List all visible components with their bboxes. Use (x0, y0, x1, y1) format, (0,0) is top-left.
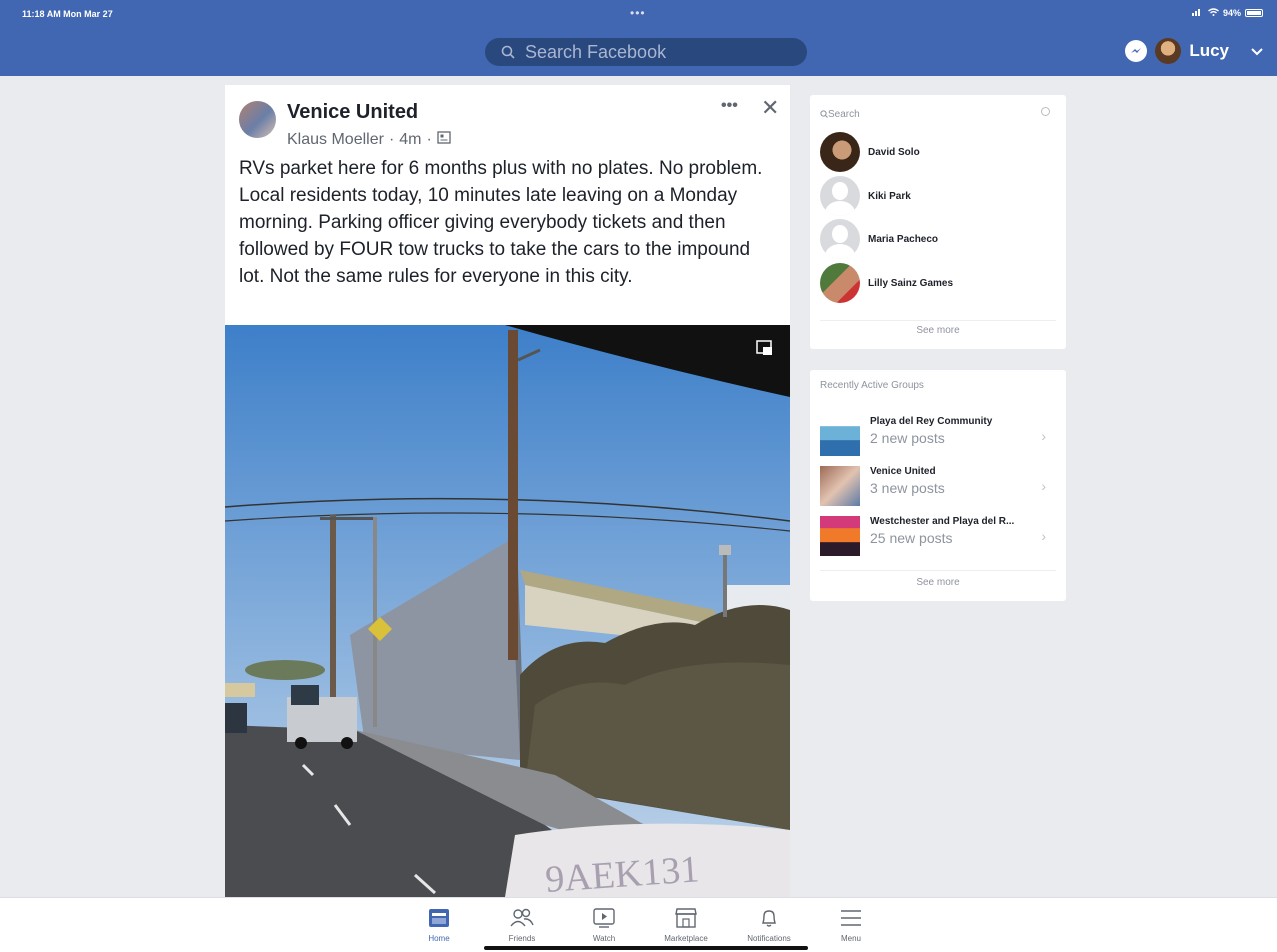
divider (820, 320, 1056, 321)
contacts-see-more-link[interactable]: See more (810, 325, 1066, 336)
search-icon (501, 45, 515, 59)
watch-icon (569, 906, 639, 930)
tab-label: Home (428, 934, 450, 943)
group-thumbnail (820, 466, 860, 506)
avatar[interactable] (1155, 38, 1182, 64)
post-group-name[interactable]: Venice United (287, 101, 418, 124)
group-avatar[interactable] (239, 101, 276, 138)
top-bar: 11:18 AM Mon Mar 27 ••• 94% Search Faceb… (0, 0, 1277, 76)
contacts-search-placeholder: Search (828, 108, 860, 120)
post-text: RVs parket here for 6 months plus with n… (239, 158, 763, 287)
post-photo[interactable]: 9AEK131 (225, 325, 790, 897)
group-thumbnail (820, 516, 860, 556)
group-name: Westchester and Playa del R... (870, 516, 1015, 527)
post-meta: Klaus Moeller · 4m · (287, 131, 451, 149)
search-icon (820, 110, 828, 118)
tab-watch[interactable]: Watch (569, 906, 639, 943)
contacts-card: Search David Solo Kiki Park Maria Pachec… (810, 95, 1066, 349)
bell-icon (734, 906, 804, 930)
tab-notifications[interactable]: Notifications (734, 906, 804, 943)
contact-item[interactable]: Maria Pacheco (820, 219, 938, 259)
groups-title: Recently Active Groups (820, 380, 924, 391)
home-indicator[interactable] (484, 946, 808, 950)
chevron-right-icon: › (1041, 478, 1046, 494)
group-new-posts: 3 new posts (870, 480, 945, 496)
close-icon[interactable]: ✕ (761, 95, 779, 121)
marketplace-icon (651, 906, 721, 930)
contact-name: Lilly Sainz Games (868, 277, 954, 289)
menu-icon (816, 906, 886, 930)
post-options-icon[interactable]: ••• (721, 97, 738, 115)
search-placeholder: Search Facebook (525, 41, 667, 62)
avatar (820, 219, 860, 259)
tab-label: Friends (508, 934, 536, 943)
group-privacy-icon (437, 131, 451, 149)
contact-name: Maria Pacheco (868, 233, 939, 245)
user-menu[interactable]: Lucy (1125, 38, 1263, 64)
messenger-icon[interactable] (1125, 40, 1148, 62)
status-indicators: 94% (1191, 8, 1263, 18)
status-time: 11:18 AM Mon Mar 27 (22, 9, 113, 19)
chevron-right-icon: › (1041, 528, 1046, 544)
group-item[interactable]: Playa del Rey Community 2 new posts › (820, 416, 1056, 456)
tab-friends[interactable]: Friends (487, 906, 557, 943)
chevron-right-icon: › (1041, 428, 1046, 444)
post-author[interactable]: Klaus Moeller (287, 131, 384, 149)
group-new-posts: 2 new posts (870, 430, 945, 446)
battery-icon (1245, 9, 1263, 17)
group-name: Playa del Rey Community (870, 416, 993, 427)
avatar (820, 132, 860, 172)
group-thumbnail (820, 416, 860, 456)
avatar (820, 263, 860, 303)
divider (820, 570, 1056, 571)
groups-see-more-link[interactable]: See more (810, 577, 1066, 588)
home-icon (404, 906, 474, 930)
tab-label: Watch (592, 934, 616, 943)
tab-label: Notifications (747, 934, 791, 943)
signal-icon (1191, 8, 1204, 18)
multitasking-dots-icon[interactable]: ••• (630, 6, 646, 20)
contact-name: Kiki Park (868, 190, 911, 202)
group-new-posts: 25 new posts (870, 530, 953, 546)
post-time[interactable]: 4m (399, 131, 421, 149)
user-name[interactable]: Lucy (1189, 41, 1229, 61)
contact-item[interactable]: David Solo (820, 132, 920, 172)
search-facebook-input[interactable]: Search Facebook (485, 38, 807, 66)
tab-home[interactable]: Home (404, 906, 474, 943)
wifi-icon (1208, 8, 1219, 18)
tab-label: Menu (840, 934, 861, 943)
avatar (820, 176, 860, 216)
friends-icon (487, 906, 557, 930)
tab-marketplace[interactable]: Marketplace (651, 906, 721, 943)
group-item[interactable]: Westchester and Playa del R... 25 new po… (820, 516, 1056, 556)
contact-item[interactable]: Kiki Park (820, 176, 911, 216)
contacts-search-input[interactable]: Search (820, 105, 1056, 123)
chevron-down-icon[interactable] (1251, 41, 1263, 61)
tab-menu[interactable]: Menu (816, 906, 886, 943)
post-card: Venice United Klaus Moeller · 4m · ••• ✕… (225, 85, 790, 897)
contact-name: David Solo (868, 146, 920, 158)
group-name: Venice United (870, 466, 936, 477)
tab-label: Marketplace (664, 934, 708, 943)
group-item[interactable]: Venice United 3 new posts › (820, 466, 1056, 506)
bottom-tab-bar: Home Friends Watch Marketplace Notificat… (0, 897, 1277, 952)
contact-item[interactable]: Lilly Sainz Games (820, 263, 953, 303)
recent-groups-card: Recently Active Groups Playa del Rey Com… (810, 370, 1066, 601)
gear-icon[interactable] (1041, 107, 1050, 116)
battery-percent: 94% (1222, 8, 1241, 18)
